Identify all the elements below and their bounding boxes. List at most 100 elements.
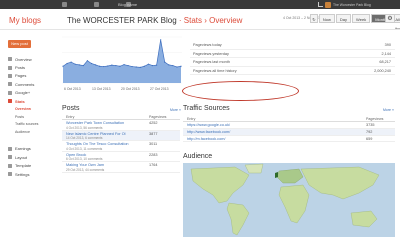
range-now-button[interactable]: Now: [318, 14, 335, 23]
stat-row: Pageviews all time history 2,000,240: [190, 67, 395, 75]
sidebar-item-comments[interactable]: Comments: [8, 80, 58, 88]
stat-label: Pageviews last month: [193, 60, 230, 64]
breadcrumb-stats[interactable]: Stats: [184, 16, 202, 25]
data-point[interactable]: [86, 60, 89, 62]
data-point[interactable]: [119, 65, 121, 67]
post-title-link[interactable]: Thoughts On The Tesco Consultation: [66, 142, 129, 146]
greenland-shape: [244, 163, 264, 174]
data-point[interactable]: [143, 65, 145, 67]
new-post-button[interactable]: New post: [8, 40, 31, 48]
data-point[interactable]: [99, 65, 101, 67]
source-views: 792: [366, 129, 373, 134]
sidebar-item-label: Comments: [15, 81, 35, 87]
col-entry: Entry: [66, 115, 75, 119]
audience-world-map[interactable]: [183, 163, 395, 237]
data-point[interactable]: [62, 65, 64, 67]
sidebar-item-template[interactable]: Template: [8, 162, 58, 170]
table-row[interactable]: https://www.google.co.uk/3735: [183, 122, 395, 129]
data-point[interactable]: [103, 65, 105, 68]
sidebar-subitem-posts[interactable]: Posts: [8, 113, 58, 121]
data-point[interactable]: [176, 66, 178, 68]
post-title-link[interactable]: New Islamic Centre Planned For Ol: [66, 132, 126, 136]
source-link[interactable]: https://www.google.co.uk/: [187, 122, 230, 129]
data-point[interactable]: [155, 64, 158, 66]
sidebar-subitem-overview[interactable]: Overview: [8, 105, 58, 113]
comments-icon: [8, 82, 12, 87]
data-point[interactable]: [94, 64, 97, 66]
uk-shape: [275, 172, 278, 178]
data-point[interactable]: [123, 64, 125, 66]
data-point[interactable]: [172, 64, 174, 67]
posts-more-link[interactable]: More »: [170, 108, 181, 112]
stat-row: Pageviews yesterday 2,144: [190, 50, 395, 58]
stat-value: 390: [384, 43, 391, 47]
europe-shape: [276, 168, 304, 184]
sidebar-item-earnings[interactable]: Earnings: [8, 145, 58, 153]
source-link[interactable]: http://www.facebook.com/: [187, 129, 230, 136]
stats-icon: [8, 99, 12, 104]
pencil-icon[interactable]: [94, 2, 99, 7]
data-point[interactable]: [147, 63, 150, 65]
sidebar-item-pages[interactable]: Pages: [8, 72, 58, 80]
data-point[interactable]: [78, 64, 80, 66]
data-point[interactable]: [74, 63, 76, 65]
post-title-link[interactable]: Making Your Own Jam: [66, 163, 104, 167]
x-tick-label: 6 Oct 2013: [64, 87, 81, 91]
gear-icon[interactable]: ⚙: [385, 14, 395, 23]
sidebar-subitem-traffic-sources[interactable]: Traffic sources: [8, 121, 58, 129]
post-title-link[interactable]: Worcester Park Town Consultation: [66, 121, 124, 125]
source-link[interactable]: http://m.facebook.com/: [187, 136, 225, 143]
sidebar-item-label: Posts: [15, 65, 26, 71]
data-point[interactable]: [151, 64, 154, 67]
data-point[interactable]: [111, 64, 113, 66]
refresh-button[interactable]: ↻: [310, 14, 318, 23]
data-point[interactable]: [115, 64, 117, 67]
post-views: 2283: [149, 152, 158, 157]
data-point[interactable]: [82, 64, 84, 67]
sidebar-item-posts[interactable]: Posts: [8, 63, 58, 71]
my-blogs-link[interactable]: My blogs: [9, 16, 41, 25]
table-row[interactable]: Worcester Park Town Consultation 4 Oct 20…: [62, 120, 180, 131]
col-entry: Entry: [187, 117, 196, 121]
blog-switcher[interactable]: Blog name: [118, 1, 137, 8]
data-point[interactable]: [70, 61, 72, 63]
data-point[interactable]: [127, 64, 129, 67]
overview-icon: [8, 57, 12, 62]
avatar[interactable]: [325, 1, 331, 8]
data-point[interactable]: [164, 61, 166, 63]
table-row[interactable]: Making Your Own Jam 29 Oct 2013, 44 comme…: [62, 162, 180, 173]
x-tick-label: 20 Oct 2013: [121, 87, 140, 91]
data-point[interactable]: [90, 62, 93, 65]
sidebar-subitem-audience[interactable]: Audience: [8, 128, 58, 136]
sidebar-item-stats[interactable]: Stats: [8, 97, 58, 105]
data-point[interactable]: [160, 39, 162, 41]
post-title-link[interactable]: Open Brook: [66, 153, 86, 157]
table-row[interactable]: Thoughts On The Tesco Consultation 4 Oct …: [62, 141, 180, 152]
user-menu[interactable]: The Worcester Park Blog: [318, 1, 371, 8]
sidebar-item-settings[interactable]: Settings: [8, 170, 58, 178]
range-week-button[interactable]: Week: [352, 14, 371, 23]
table-row[interactable]: http://m.facebook.com/659: [183, 136, 395, 143]
table-row[interactable]: New Islamic Centre Planned For Ol 14 Oct …: [62, 130, 180, 142]
sidebar-item-google-plus[interactable]: Google+: [8, 89, 58, 97]
data-point[interactable]: [131, 65, 133, 68]
traffic-more-link[interactable]: More »: [383, 108, 394, 112]
data-point[interactable]: [139, 66, 141, 68]
template-icon: [8, 163, 12, 168]
range-day-button[interactable]: Day: [335, 14, 352, 23]
data-point[interactable]: [135, 66, 137, 68]
blogger-icon[interactable]: [62, 2, 67, 7]
sidebar-item-layout[interactable]: Layout: [8, 153, 58, 161]
stat-label: Pageviews all time history: [193, 68, 237, 73]
data-point[interactable]: [107, 65, 109, 67]
data-point[interactable]: [66, 62, 68, 65]
sidebar-item-overview[interactable]: Overview: [8, 55, 58, 63]
notification-icon[interactable]: [318, 2, 323, 7]
table-row[interactable]: Open Brook 6 Oct 2013, 10 comments 2283: [62, 152, 180, 163]
data-point[interactable]: [168, 64, 170, 66]
table-row[interactable]: http://www.facebook.com/792: [183, 128, 395, 136]
sidebar-item-label: Pages: [15, 73, 27, 79]
data-point[interactable]: [180, 65, 182, 67]
posts-section-title: Posts: [62, 105, 80, 112]
